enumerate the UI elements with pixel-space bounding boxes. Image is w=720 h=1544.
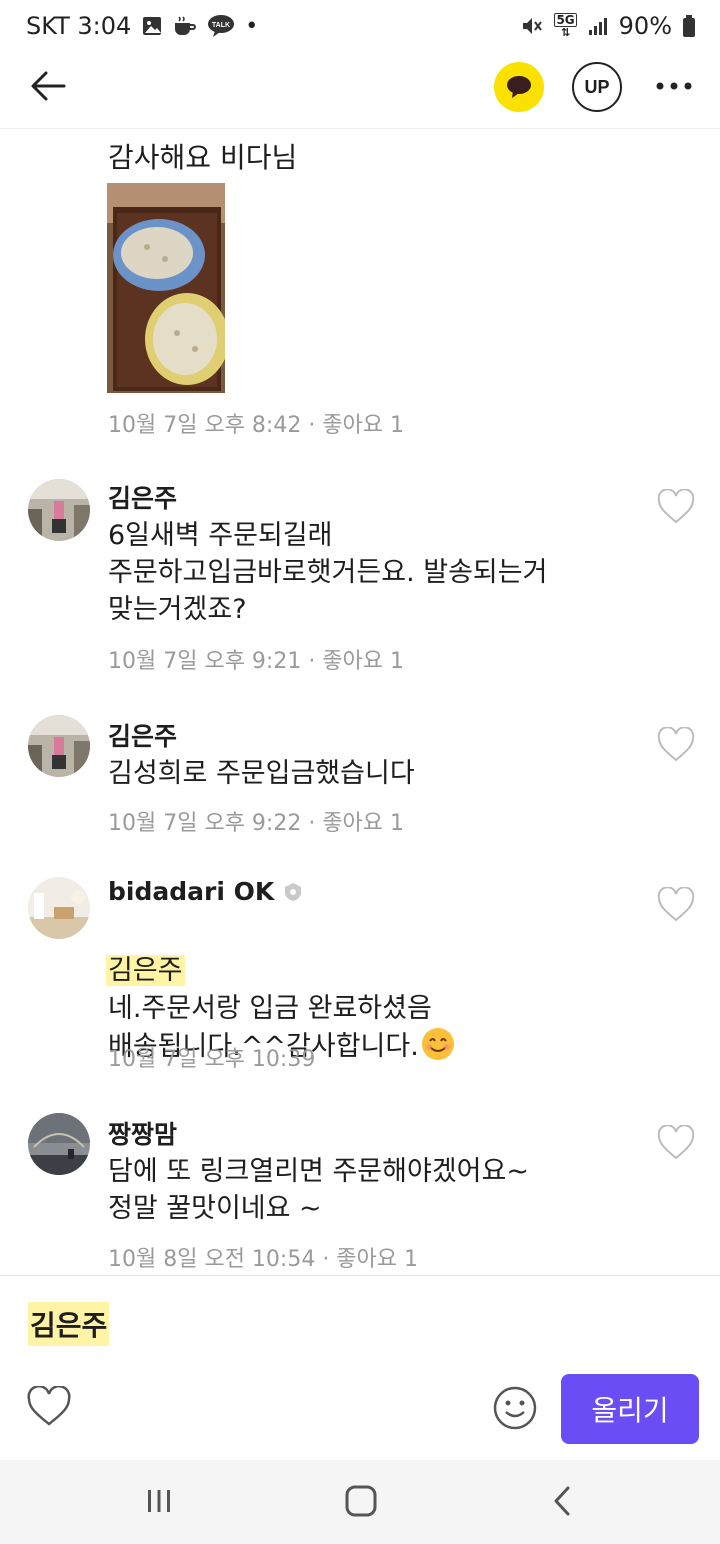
mute-icon [523,18,543,34]
more-options-icon[interactable] [652,74,696,98]
avatar-photo [28,715,90,777]
author-name: bidadari OK [108,877,275,906]
up-label: UP [584,76,610,97]
submit-comment-button[interactable]: 올리기 [561,1374,699,1444]
battery-icon [683,15,695,37]
carrier-time: SKT 3:04 [26,12,132,40]
like-heart-icon[interactable] [656,887,696,923]
avatar-photo [28,877,90,939]
comment-author[interactable]: bidadari OK [108,877,304,906]
comment-text: 김성희로 주문입금했습니다 [108,758,415,789]
status-bar: SKT 3:04 TALK • 5G ⇅ 90% [0,0,720,52]
like-heart-icon[interactable] [656,1125,696,1161]
emoticon-icon[interactable] [493,1386,537,1430]
photo-comment-meta: 10월 7일 오후 8:42 · 좋아요 1 [108,413,405,438]
coffee-notification-icon [175,16,197,35]
like-heart-icon[interactable] [656,489,696,525]
comment-photo[interactable] [107,183,225,393]
avatar[interactable] [28,715,90,777]
avatar[interactable] [28,877,90,939]
food-photo [107,183,225,393]
submit-label: 올리기 [591,1394,669,1427]
kakaotalk-share-button[interactable] [494,62,544,112]
comment-meta: 10월 7일 오후 9:21 · 좋아요 1 [108,649,405,674]
comment-text-partial: 감사해요 비다님 [108,141,298,174]
top-app-bar: UP [0,52,720,129]
comment-input-bar: 김은주 올리기 [0,1275,720,1461]
comment-author[interactable]: 김은주 [108,479,177,515]
kakaotalk-notification-icon: TALK [208,15,235,37]
like-heart-icon[interactable] [656,727,696,763]
status-right: 5G ⇅ 90% [520,12,696,40]
comment-text: 6일새벽 주문되길래 주문하고입금바로햇거든요. 발송되는거 맞는거겠죠? [108,520,548,625]
network-type: 5G ⇅ [554,13,577,39]
more-notifications-dot: • [245,13,259,39]
signal-icon [588,18,607,35]
avatar[interactable] [28,479,90,541]
gallery-notification-icon [143,17,162,35]
comment-meta: 10월 8일 오전 10:54 · 좋아요 1 [108,1247,419,1272]
comment-meta: 10월 7일 오후 10:39 [108,1047,316,1072]
battery-percent: 90% [618,12,672,40]
avatar-photo [28,1113,90,1175]
status-left: SKT 3:04 TALK • [26,12,258,40]
comment-text: 담에 또 링크열리면 주문해야겠어요~ 정말 꿀맛이네요 ~ [108,1156,529,1224]
system-back-icon[interactable] [548,1484,578,1518]
comment-author[interactable]: 김은주 [108,717,177,753]
recent-apps-icon[interactable] [144,1486,174,1516]
avatar[interactable] [28,1113,90,1175]
back-arrow-icon[interactable] [28,66,68,106]
smiling-face-emoji-icon [421,1028,454,1060]
svg-text:TALK: TALK [212,22,230,29]
comment-list[interactable]: ·· ·· · ·· ·· ·· ···· · 감사해요 비다님 10월 7일 … [0,129,720,1275]
system-navigation-bar [0,1460,720,1544]
home-icon[interactable] [344,1484,378,1518]
reply-mention-input[interactable]: 김은주 [28,1302,110,1346]
up-button[interactable]: UP [572,62,622,112]
verified-badge-icon [285,882,302,901]
speech-bubble-icon [507,76,531,98]
like-post-heart-icon[interactable] [26,1386,72,1428]
avatar-photo [28,479,90,541]
comment-author[interactable]: 짱짱맘 [108,1115,177,1151]
comment-meta: 10월 7일 오후 9:22 · 좋아요 1 [108,811,405,836]
